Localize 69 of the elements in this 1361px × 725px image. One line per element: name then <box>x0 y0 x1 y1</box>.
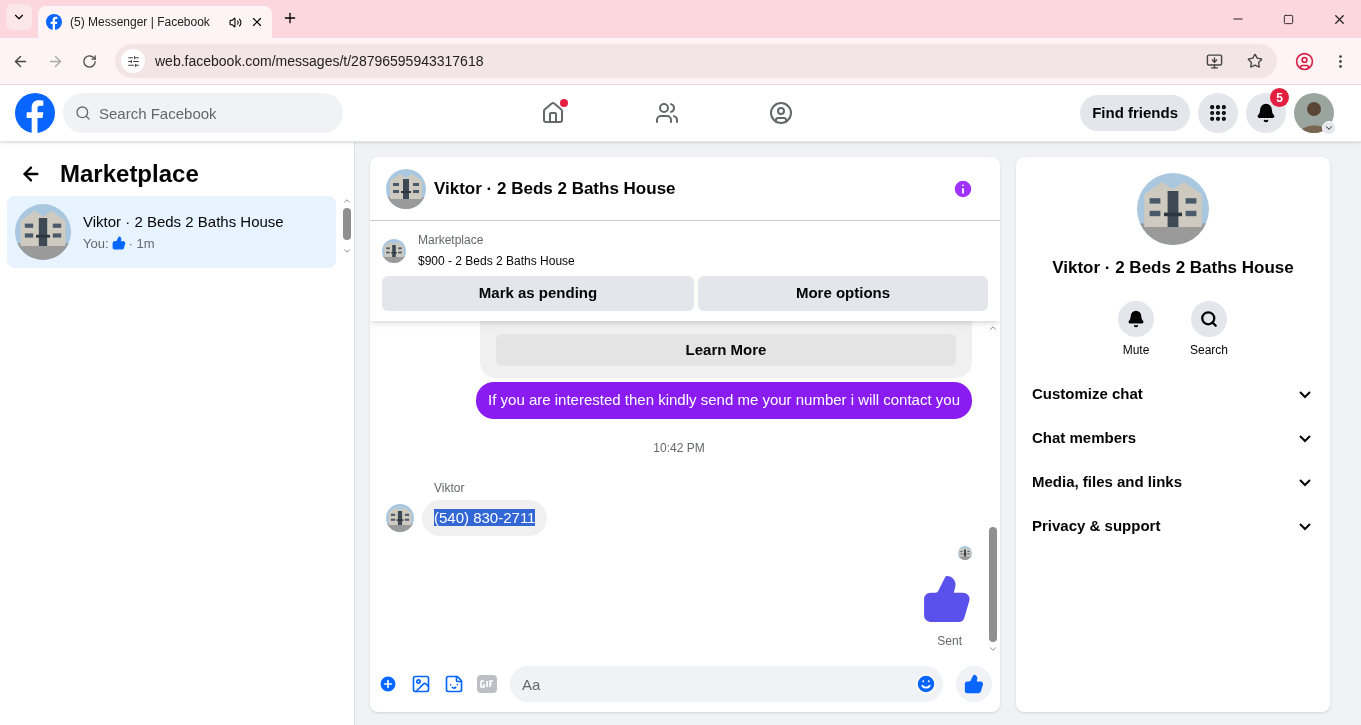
seen-avatar <box>958 546 972 560</box>
chat-title: Viktor · 2 Beds 2 Baths House <box>434 177 676 200</box>
menu-button[interactable] <box>1198 93 1238 133</box>
thumbs-up-icon <box>922 574 972 624</box>
info-icon[interactable] <box>952 177 974 200</box>
restore-icon[interactable] <box>1283 13 1294 25</box>
listing-title: $900 - 2 Beds 2 Baths House <box>418 253 575 270</box>
photo-icon[interactable] <box>411 674 431 694</box>
search-field[interactable]: Search Facebook <box>63 93 343 133</box>
scrollbar-thumb[interactable] <box>343 208 351 240</box>
friends-nav-icon[interactable] <box>655 101 679 125</box>
chevron-down-icon <box>1299 478 1311 487</box>
new-tab-icon[interactable] <box>282 10 298 26</box>
message-time: · 1m <box>128 234 155 253</box>
emoji-icon[interactable] <box>915 673 937 695</box>
audio-icon <box>229 15 242 29</box>
browser-tab[interactable]: (5) Messenger | Facebook <box>38 6 272 38</box>
message-preview: You: <box>83 234 109 253</box>
like-button[interactable] <box>956 666 992 702</box>
address-bar[interactable]: web.facebook.com/messages/t/28796595943317618 <box>115 44 1277 78</box>
thumbs-up-icon <box>964 674 984 694</box>
account-avatar[interactable] <box>1294 93 1334 133</box>
listing-label: Marketplace <box>418 232 485 249</box>
conversation-name: Viktor · 2 Beds 2 Baths House <box>83 212 284 232</box>
facebook-logo-icon <box>46 14 62 30</box>
grid-icon <box>1208 103 1228 123</box>
bell-icon <box>1127 309 1145 328</box>
install-app-icon[interactable] <box>1206 52 1223 70</box>
tab-title: (5) Messenger | Facebook <box>70 14 210 31</box>
scrollbar-thumb[interactable] <box>989 527 997 642</box>
chevron-down-icon <box>1299 522 1311 531</box>
groups-nav-icon[interactable] <box>769 101 793 125</box>
facebook-logo-icon[interactable] <box>15 93 55 133</box>
contact-name: Viktor · 2 Beds 2 Baths House <box>1052 257 1294 279</box>
message-timestamp: 10:42 PM <box>653 439 705 457</box>
learn-more-button[interactable]: Learn More <box>496 334 956 366</box>
conversation-item[interactable]: Viktor · 2 Beds 2 Baths House You: · 1m <box>7 196 336 268</box>
site-settings-icon[interactable] <box>121 49 145 73</box>
notification-badge: 5 <box>1270 88 1289 107</box>
listing-action-button[interactable]: Mark as pending <box>382 276 694 311</box>
delivery-status: Sent <box>937 633 962 650</box>
account-menu-icon[interactable] <box>1322 121 1336 135</box>
listing-action-button[interactable]: More options <box>698 276 988 311</box>
like-icon <box>111 236 126 251</box>
url-text: web.facebook.com/messages/t/28796595943317618 <box>155 51 484 71</box>
chevron-down-icon <box>1299 390 1311 399</box>
outgoing-message: If you are interested then kindly send me your number i will contact you <box>476 382 972 419</box>
find-friends-button[interactable]: Find friends <box>1080 95 1190 131</box>
chevron-down-icon <box>1299 434 1311 443</box>
search-icon <box>1200 309 1218 328</box>
notifications-button[interactable] <box>1246 93 1286 133</box>
details-section[interactable]: Customize chat <box>1024 372 1322 417</box>
sender-name: Viktor <box>434 479 466 497</box>
bell-icon <box>1256 103 1276 123</box>
reload-icon[interactable] <box>82 53 97 69</box>
profile-icon[interactable] <box>1295 51 1314 71</box>
details-section[interactable]: Privacy & support <box>1024 504 1322 549</box>
bookmark-icon[interactable] <box>1247 53 1263 69</box>
tab-list-button[interactable] <box>6 4 32 30</box>
close-tab-icon[interactable] <box>250 15 264 29</box>
search-icon <box>75 105 91 121</box>
sticker-icon[interactable] <box>444 674 464 694</box>
message-input[interactable]: Aa <box>510 666 943 702</box>
details-section[interactable]: Chat members <box>1024 416 1322 461</box>
add-icon[interactable] <box>378 674 398 694</box>
details-section[interactable]: Media, files and links <box>1024 460 1322 505</box>
message-text: (540) 830-2711 <box>434 508 536 526</box>
home-nav-icon[interactable] <box>541 101 565 125</box>
sidebar-title: Marketplace <box>60 159 199 189</box>
